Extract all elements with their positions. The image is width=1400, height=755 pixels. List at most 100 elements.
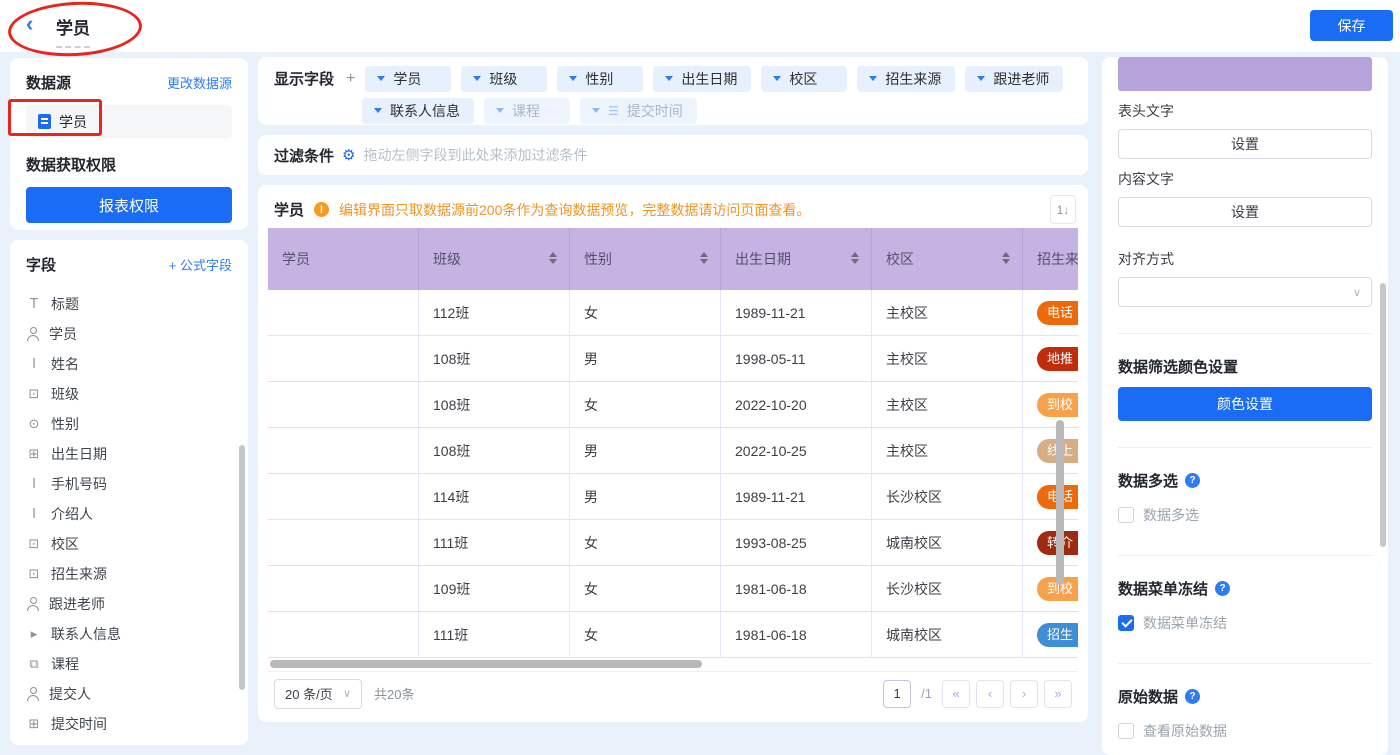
fields-scrollbar-thumb[interactable] [239,445,245,690]
field-item-phone[interactable]: I手机号码 [26,469,232,499]
field-item-birthdate[interactable]: ⊞出生日期 [26,439,232,469]
column-header-gender[interactable]: 性别 [570,228,721,290]
chip-submit-time[interactable]: ☰提交时间 [580,98,697,124]
field-item-gender[interactable]: ⊙性别 [26,409,232,439]
cell-campus: 主校区 [872,382,1023,428]
sort-icon[interactable] [549,252,557,264]
field-item-submit-time[interactable]: ⊞提交时间 [26,709,232,739]
sort-icon[interactable] [851,252,859,264]
chip-course[interactable]: 课程 [484,98,570,124]
back-icon[interactable]: ‹ [26,11,33,37]
field-item-course[interactable]: ⧉课程 [26,649,232,679]
help-icon[interactable] [1185,473,1200,488]
gear-icon[interactable]: ⚙ [342,146,355,164]
sort-order-button[interactable]: 1↓ [1050,195,1076,224]
field-item-submitter[interactable]: 提交人 [26,679,232,709]
chevron-down-icon [773,76,781,81]
checkbox-unchecked[interactable] [1118,723,1134,739]
style-settings-panel: 表头文字 设置 内容文字 设置 对齐方式 ∨ 数据筛选颜色设置 颜色设置 数据多… [1102,57,1388,755]
cell-student [268,474,419,520]
page-number-input[interactable]: 1 [883,680,911,708]
report-permission-button[interactable]: 报表权限 [26,187,232,223]
field-item-class[interactable]: ⊡班级 [26,379,232,409]
header-color-swatch[interactable] [1118,57,1372,91]
cell-birthdate: 1981-06-18 [721,612,872,658]
top-bar: ‹ 学员 保存 [0,0,1400,52]
field-item-source[interactable]: ⊡招生来源 [26,559,232,589]
sort-icon[interactable] [700,252,708,264]
content-text-settings-button[interactable]: 设置 [1118,197,1372,227]
chip-gender[interactable]: 性别 [557,66,643,92]
save-button[interactable]: 保存 [1310,10,1393,41]
menu-freeze-heading: 数据菜单冻结 [1118,578,1372,599]
chevron-down-icon [473,76,481,81]
chip-student[interactable]: 学员 [365,66,451,92]
raw-data-checkbox-row[interactable]: 查看原始数据 [1118,721,1372,741]
document-icon [38,114,51,129]
chip-contact-info[interactable]: 联系人信息 [362,98,474,124]
field-item-contact-info[interactable]: ▸联系人信息 [26,619,232,649]
right-panel-scrollbar-thumb[interactable] [1380,283,1386,547]
field-item-student[interactable]: 学员 [26,319,232,349]
cell-campus: 长沙校区 [872,566,1023,612]
checkbox-checked[interactable] [1118,615,1134,631]
data-permission-title: 数据获取权限 [26,154,232,175]
chip-campus[interactable]: 校区 [761,66,847,92]
column-header-campus[interactable]: 校区 [872,228,1023,290]
color-settings-button[interactable]: 颜色设置 [1118,387,1372,421]
field-item-teacher[interactable]: 跟进老师 [26,589,232,619]
text-icon: I [26,507,42,522]
cell-gender: 男 [570,474,721,520]
page-size-select[interactable]: 20 条/页 ∨ [274,679,362,709]
cell-source: 到校 [1023,382,1078,428]
select-icon: ⊡ [26,387,42,402]
table-title: 学员 [274,199,304,220]
cell-source: 转介 [1023,520,1078,566]
cell-class: 108班 [419,336,570,382]
fields-title: 字段 [26,254,56,275]
warning-icon [314,202,329,217]
prev-page-button[interactable]: ‹ [976,680,1004,708]
header-text-settings-button[interactable]: 设置 [1118,129,1372,159]
field-item-referrer[interactable]: I介绍人 [26,499,232,529]
column-header-source[interactable]: 招生来源 [1023,228,1078,290]
cell-gender: 男 [570,428,721,474]
cell-campus: 主校区 [872,336,1023,382]
chip-teacher[interactable]: 跟进老师 [965,66,1063,92]
datasource-item-student[interactable]: 学员 [26,105,232,138]
multi-select-checkbox-row[interactable]: 数据多选 [1118,505,1372,525]
add-field-button[interactable]: + [346,70,355,88]
table-vertical-scrollbar-thumb[interactable] [1056,420,1064,585]
help-icon[interactable] [1215,581,1230,596]
change-datasource-link[interactable]: 更改数据源 [167,73,232,92]
field-item-name[interactable]: I姓名 [26,349,232,379]
next-page-button[interactable]: › [1010,680,1038,708]
last-page-button[interactable]: » [1044,680,1072,708]
chevron-down-icon [592,108,600,113]
help-icon[interactable] [1185,689,1200,704]
column-header-student[interactable]: 学员 [268,228,419,290]
chip-class[interactable]: 班级 [461,66,547,92]
menu-freeze-checkbox-row[interactable]: 数据菜单冻结 [1118,613,1372,633]
display-fields-label: 显示字段 [274,68,334,89]
table-horizontal-scrollbar-thumb[interactable] [270,660,702,668]
chip-source[interactable]: 招生来源 [857,66,955,92]
cell-class: 108班 [419,428,570,474]
cell-campus: 主校区 [872,428,1023,474]
cell-gender: 女 [570,520,721,566]
filter-color-heading: 数据筛选颜色设置 [1118,356,1372,377]
column-header-birthdate[interactable]: 出生日期 [721,228,872,290]
field-item-title[interactable]: T标题 [26,289,232,319]
chip-birthdate[interactable]: 出生日期 [653,66,751,92]
filter-panel: 过滤条件 ⚙ 拖动左侧字段到此处来添加过滤条件 [258,135,1088,175]
formula-field-link[interactable]: + 公式字段 [169,255,232,274]
sort-icon[interactable] [1002,252,1010,264]
page-total: /1 [921,686,932,701]
first-page-button[interactable]: « [942,680,970,708]
select-icon: ⊡ [26,537,42,552]
field-item-campus[interactable]: ⊡校区 [26,529,232,559]
align-select[interactable]: ∨ [1118,277,1372,307]
cell-gender: 女 [570,382,721,428]
checkbox-unchecked[interactable] [1118,507,1134,523]
column-header-class[interactable]: 班级 [419,228,570,290]
